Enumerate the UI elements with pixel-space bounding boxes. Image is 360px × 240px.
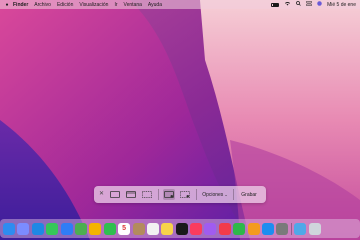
mail-icon[interactable] bbox=[60, 222, 73, 235]
status-area: Mié 5 de ene bbox=[266, 0, 356, 9]
dock-divider bbox=[291, 222, 293, 235]
calendar-day: 5 bbox=[122, 225, 127, 232]
record-entire-screen-button[interactable] bbox=[162, 189, 175, 200]
tv-icon[interactable] bbox=[175, 222, 188, 235]
pages-icon[interactable] bbox=[247, 222, 260, 235]
close-icon[interactable]: ✕ bbox=[98, 191, 105, 198]
menu-window[interactable]: Ventana bbox=[124, 2, 142, 8]
menu-go[interactable]: Ir bbox=[114, 2, 117, 8]
options-button[interactable]: Opciones⌄ bbox=[202, 192, 227, 198]
record-entire-screen-icon bbox=[163, 191, 174, 198]
toolbar-separator bbox=[195, 189, 197, 200]
chevron-down-icon: ⌄ bbox=[224, 191, 228, 197]
spotlight-icon[interactable] bbox=[296, 1, 301, 8]
apple-menu-icon[interactable]: ● bbox=[4, 2, 10, 8]
calendar-icon[interactable]: 5 bbox=[118, 222, 131, 235]
numbers-icon[interactable] bbox=[233, 222, 246, 235]
record-selection-button[interactable] bbox=[179, 189, 191, 200]
music-icon[interactable] bbox=[190, 222, 203, 235]
menu-view[interactable]: Visualización bbox=[79, 2, 108, 8]
app-store-icon[interactable] bbox=[262, 222, 275, 235]
reminders-icon[interactable] bbox=[146, 222, 159, 235]
wifi-icon[interactable] bbox=[284, 1, 291, 8]
control-center-icon[interactable] bbox=[306, 1, 313, 8]
news-icon[interactable] bbox=[218, 222, 231, 235]
contacts-icon[interactable] bbox=[132, 222, 145, 235]
capture-window-button[interactable] bbox=[125, 189, 137, 200]
messages-icon[interactable] bbox=[46, 222, 59, 235]
downloads-icon[interactable] bbox=[294, 222, 307, 235]
siri-icon[interactable] bbox=[317, 1, 322, 8]
dock: 5 bbox=[0, 219, 360, 238]
menu-file[interactable]: Archivo bbox=[34, 2, 51, 8]
menu-clock[interactable]: Mié 5 de ene bbox=[327, 2, 356, 8]
photos-icon[interactable] bbox=[89, 222, 102, 235]
battery-icon[interactable] bbox=[271, 2, 280, 7]
capture-entire-screen-button[interactable] bbox=[109, 189, 121, 200]
record-button[interactable]: Grabar bbox=[241, 192, 257, 198]
safari-icon[interactable] bbox=[31, 222, 44, 235]
screenshot-toolbar: ✕ Opciones⌄ Grabar bbox=[94, 186, 266, 203]
trash-icon[interactable] bbox=[308, 222, 321, 235]
menu-help[interactable]: Ayuda bbox=[148, 2, 162, 8]
maps-icon[interactable] bbox=[74, 222, 87, 235]
capture-selection-button[interactable] bbox=[141, 189, 153, 200]
system-preferences-icon[interactable] bbox=[276, 222, 289, 235]
toolbar-separator bbox=[232, 189, 234, 200]
toolbar-separator bbox=[158, 189, 159, 200]
menu-edit[interactable]: Edición bbox=[57, 2, 73, 8]
launchpad-icon[interactable] bbox=[17, 222, 30, 235]
options-label: Opciones bbox=[202, 191, 224, 198]
menu-app-name[interactable]: Finder bbox=[13, 2, 28, 8]
facetime-icon[interactable] bbox=[103, 222, 116, 235]
capture-selection-icon bbox=[142, 191, 152, 198]
record-selection-icon bbox=[179, 191, 190, 198]
desktop-wallpaper bbox=[0, 0, 360, 240]
capture-window-icon bbox=[126, 191, 136, 198]
finder-icon[interactable] bbox=[3, 222, 15, 235]
podcasts-icon[interactable] bbox=[204, 222, 217, 235]
capture-entire-screen-icon bbox=[110, 191, 120, 198]
menu-bar: ● Finder Archivo Edición Visualización I… bbox=[0, 0, 360, 9]
notes-icon[interactable] bbox=[161, 222, 174, 235]
